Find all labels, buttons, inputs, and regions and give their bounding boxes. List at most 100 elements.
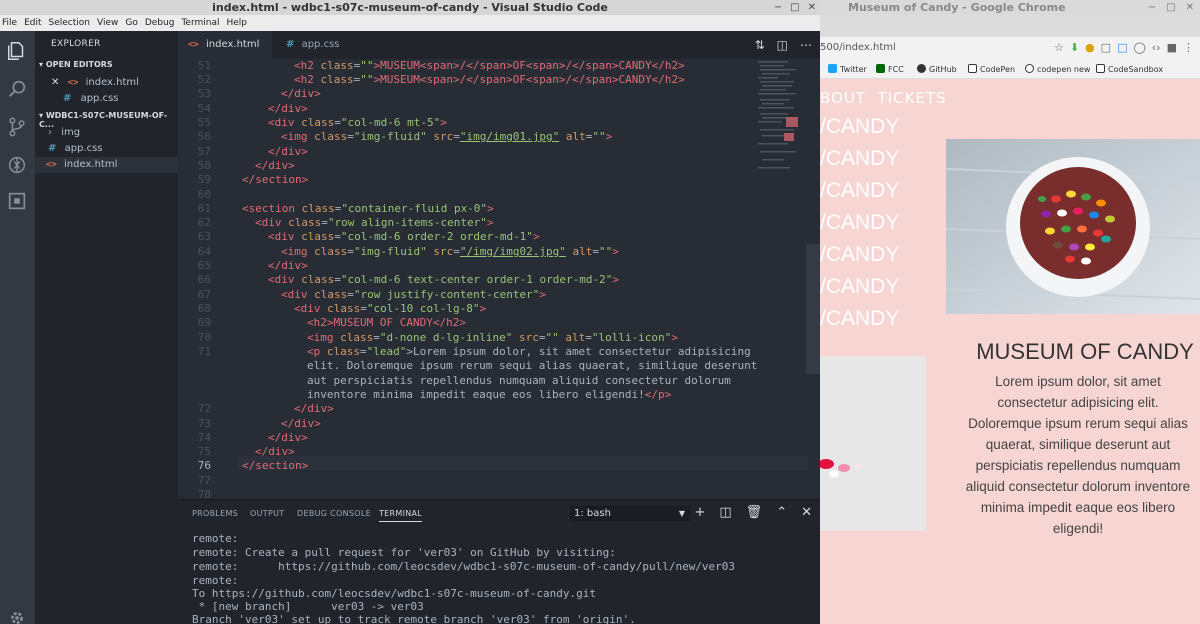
tab-debug-console[interactable]: DEBUG CONSOLE bbox=[297, 509, 371, 518]
code-line-53: </div> bbox=[281, 87, 321, 100]
code-line-76: </section> bbox=[242, 459, 309, 472]
tab-output[interactable]: OUTPUT bbox=[250, 509, 284, 518]
file-app-css[interactable]: # app.css bbox=[35, 141, 178, 157]
maximize-panel-icon[interactable]: ⌃ bbox=[776, 505, 787, 520]
open-changes-icon[interactable]: ⇅ bbox=[755, 38, 765, 52]
split-editor-icon[interactable]: ◫ bbox=[777, 38, 788, 52]
line-number: 70 bbox=[197, 331, 211, 344]
line-number: 56 bbox=[197, 130, 211, 143]
hero-candy-line: /CANDY bbox=[820, 147, 900, 170]
extension-icon[interactable]: ● bbox=[1085, 41, 1095, 54]
terminal-line: remote: Create a pull request for 'ver03… bbox=[192, 546, 616, 559]
code-line-63: <div class="col-md-6 order-2 order-md-1"… bbox=[268, 230, 540, 243]
line-number: 71 bbox=[197, 345, 211, 358]
menu-debug[interactable]: Debug bbox=[145, 15, 175, 31]
new-terminal-icon[interactable]: + bbox=[694, 505, 705, 520]
trash-icon[interactable]: 🗑 bbox=[746, 505, 763, 520]
code-line-71-wrap-1: elit. Doloremque ipsum rerum sequi alias… bbox=[307, 359, 758, 372]
tab-index-html[interactable]: <> index.html ✕ bbox=[178, 31, 272, 78]
line-number: 76 bbox=[197, 459, 211, 472]
menu-selection[interactable]: Selection bbox=[49, 15, 90, 31]
html-file-icon: <> bbox=[67, 78, 79, 88]
minimize-icon[interactable]: − bbox=[1148, 0, 1156, 15]
split-terminal-icon[interactable]: ◫ bbox=[719, 505, 731, 520]
bookmark-codesandbox[interactable]: CodeSandbox bbox=[1096, 64, 1163, 74]
fcc-icon bbox=[876, 64, 885, 73]
editor-scrollbar[interactable] bbox=[806, 244, 820, 374]
jellybean-bowl-image bbox=[946, 139, 1200, 314]
menu-view[interactable]: View bbox=[97, 15, 118, 31]
hero-candy-line: /CANDY bbox=[820, 115, 900, 138]
extension-icon[interactable]: □ bbox=[1117, 41, 1127, 54]
extension-icon[interactable]: □ bbox=[1101, 41, 1111, 54]
open-editor-index-html[interactable]: ✕ <> index.html bbox=[35, 75, 178, 91]
close-editor-icon[interactable]: ✕ bbox=[51, 77, 59, 88]
lead-paragraph: Lorem ipsum dolor, sit amet consectetur … bbox=[965, 374, 1191, 536]
file-index-html[interactable]: <> index.html bbox=[35, 157, 178, 173]
more-actions-icon[interactable]: ⋯ bbox=[800, 38, 812, 52]
line-number: 66 bbox=[197, 273, 211, 286]
address-bar[interactable]: 500/index.html bbox=[820, 42, 896, 53]
maximize-icon[interactable]: □ bbox=[790, 0, 799, 15]
source-control-icon[interactable] bbox=[5, 115, 29, 139]
bookmark-codepen[interactable]: CodePen bbox=[968, 64, 1015, 74]
menu-go[interactable]: Go bbox=[125, 15, 137, 31]
line-number: 68 bbox=[197, 302, 211, 315]
minimize-icon[interactable]: − bbox=[774, 0, 782, 15]
bookmark-github[interactable]: GitHub bbox=[917, 64, 957, 74]
line-number: 69 bbox=[197, 316, 211, 329]
bookmark-twitter[interactable]: Twitter bbox=[828, 64, 867, 74]
codepen-icon bbox=[1025, 64, 1034, 73]
search-icon[interactable] bbox=[5, 77, 29, 101]
extension-icon[interactable]: ■ bbox=[1167, 41, 1177, 54]
maximize-icon[interactable]: □ bbox=[1166, 0, 1175, 15]
tab-terminal[interactable]: TERMINAL bbox=[379, 509, 423, 522]
close-panel-icon[interactable]: ✕ bbox=[801, 505, 812, 520]
download-extension-icon[interactable]: ⬇ bbox=[1070, 41, 1079, 54]
chrome-window-controls: − □ ✕ bbox=[1148, 0, 1194, 15]
code-line-59: </section> bbox=[242, 173, 309, 186]
menu-edit[interactable]: Edit bbox=[24, 15, 41, 31]
line-number: 73 bbox=[197, 417, 211, 430]
close-icon[interactable]: ✕ bbox=[1186, 0, 1194, 15]
minimap[interactable] bbox=[756, 59, 804, 189]
extension-icons: ☆ ⬇ ● □ □ ◯ ‹› ■ ⋮ bbox=[1054, 41, 1194, 54]
menu-dots-icon[interactable]: ⋮ bbox=[1183, 41, 1194, 54]
open-editors-section[interactable]: ▾ OPEN EDITORS bbox=[39, 60, 113, 69]
chrome-window-title: Museum of Candy - Google Chrome bbox=[848, 1, 1066, 14]
extensions-icon[interactable] bbox=[5, 189, 29, 213]
menu-bar: File Edit Selection View Go Debug Termin… bbox=[0, 15, 820, 31]
open-editor-app-css[interactable]: # app.css bbox=[35, 91, 178, 107]
vscode-titlebar: index.html - wdbc1-s07c-museum-of-candy … bbox=[0, 0, 820, 15]
code-editor[interactable]: 51 52 53 54 55 56 57 58 59 60 61 62 63 64 65 66 67 68 69 70… bbox=[178, 59, 820, 499]
terminal-select[interactable]: 1: bash ▼ bbox=[570, 506, 690, 521]
bookmark-codepen-new[interactable]: codepen new bbox=[1025, 64, 1090, 74]
code-line-71-wrap-2: aut perspiciatis repellendus numquam ali… bbox=[307, 374, 731, 387]
code-line-75: </div> bbox=[255, 445, 295, 458]
line-number: 64 bbox=[197, 245, 211, 258]
debug-icon[interactable] bbox=[5, 153, 29, 177]
editor-tabs: <> index.html ✕ # app.css ⇅ ◫ ⋯ bbox=[178, 31, 820, 78]
site-nav[interactable]: BOUT TICKETS bbox=[820, 89, 947, 107]
tab-problems[interactable]: PROBLEMS bbox=[192, 509, 238, 518]
star-icon[interactable]: ☆ bbox=[1054, 41, 1064, 54]
menu-terminal[interactable]: Terminal bbox=[181, 15, 219, 31]
menu-help[interactable]: Help bbox=[226, 15, 247, 31]
menu-file[interactable]: File bbox=[2, 15, 17, 31]
explorer-icon[interactable] bbox=[5, 39, 29, 63]
explorer-sidebar: EXPLORER ▾ OPEN EDITORS ✕ <> index.html … bbox=[35, 31, 178, 624]
terminal-line: Branch 'ver03' set up to track remote br… bbox=[192, 613, 636, 624]
settings-gear-icon[interactable] bbox=[5, 606, 29, 624]
folder-img[interactable]: › img bbox=[35, 125, 178, 141]
code-line-67: <div class="row justify-content-center"> bbox=[281, 288, 546, 301]
tab-app-css[interactable]: # app.css bbox=[272, 31, 362, 59]
code-line-65: </div> bbox=[268, 259, 308, 272]
devtools-icon[interactable]: ‹› bbox=[1152, 41, 1161, 54]
close-icon[interactable]: ✕ bbox=[808, 0, 816, 15]
bookmark-fcc[interactable]: FCC bbox=[876, 64, 904, 74]
terminal-line: To https://github.com/leocsdev/wdbc1-s07… bbox=[192, 587, 596, 600]
hero-candy-line: /CANDY bbox=[820, 211, 900, 234]
github-icon bbox=[917, 64, 926, 73]
extension-icon[interactable]: ◯ bbox=[1133, 41, 1145, 54]
code-line-69: <h2>MUSEUM OF CANDY</h2> bbox=[307, 316, 466, 329]
